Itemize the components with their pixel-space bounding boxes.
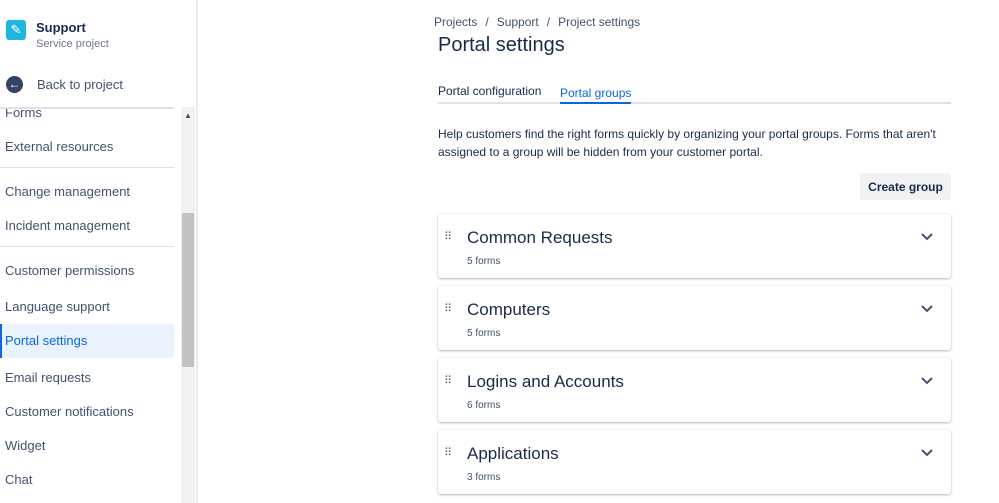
chevron-down-icon[interactable] — [919, 228, 935, 244]
breadcrumb: Projects / Support / Project settings — [434, 15, 640, 29]
sidebar-item-language-support[interactable]: Language support — [0, 290, 174, 324]
group-form-count: 5 forms — [467, 328, 501, 339]
page-title: Portal settings — [438, 34, 565, 56]
scroll-up-arrow-icon[interactable]: ▲ — [184, 111, 192, 120]
sidebar-scrollbar[interactable]: ▲ — [181, 107, 195, 503]
settings-nav: Forms External resources Change manageme… — [0, 107, 174, 503]
group-form-count: 3 forms — [467, 472, 501, 483]
scrollbar-thumb[interactable] — [182, 213, 194, 367]
project-name: Support — [36, 20, 86, 35]
create-group-button[interactable]: Create group — [860, 173, 951, 200]
tab-bar: Portal configuration Portal groups — [438, 82, 951, 104]
sidebar-item-incident-management[interactable]: Incident management — [0, 209, 174, 243]
sidebar-item-widget[interactable]: Widget — [0, 429, 174, 463]
sidebar-item-change-management[interactable]: Change management — [0, 175, 174, 209]
breadcrumb-projects[interactable]: Projects — [434, 15, 477, 29]
sidebar-item-external-resources[interactable]: External resources — [0, 130, 174, 164]
back-label: Back to project — [37, 77, 123, 92]
breadcrumb-support[interactable]: Support — [497, 15, 539, 29]
sidebar-item-customer-notifications[interactable]: Customer notifications — [0, 395, 174, 429]
sidebar-item-forms[interactable]: Forms — [0, 109, 174, 130]
sidebar-item-email-requests[interactable]: Email requests — [0, 361, 174, 395]
tab-portal-configuration[interactable]: Portal configuration — [438, 82, 541, 104]
group-name: Applications — [467, 444, 559, 463]
portal-group-card[interactable]: ⠿ Logins and Accounts 6 forms — [438, 358, 951, 422]
group-form-count: 5 forms — [467, 256, 501, 267]
group-name: Common Requests — [467, 228, 613, 247]
nav-divider — [0, 246, 174, 247]
project-header[interactable]: ✎ Support Service project — [6, 20, 109, 50]
project-type: Service project — [36, 38, 109, 50]
drag-handle-icon[interactable]: ⠿ — [444, 374, 452, 387]
portal-group-card[interactable]: ⠿ Computers 5 forms — [438, 286, 951, 350]
breadcrumb-project-settings[interactable]: Project settings — [558, 15, 640, 29]
drag-handle-icon[interactable]: ⠿ — [444, 446, 452, 459]
sidebar-item-customer-permissions[interactable]: Customer permissions — [0, 254, 174, 288]
arrow-left-icon: ← — [6, 76, 23, 93]
tab-portal-groups[interactable]: Portal groups — [560, 82, 632, 104]
project-notebook-icon: ✎ — [6, 20, 26, 40]
breadcrumb-separator: / — [546, 15, 551, 29]
sidebar: ✎ Support Service project ← Back to proj… — [0, 0, 198, 503]
breadcrumb-separator: / — [485, 15, 489, 29]
back-to-project-link[interactable]: ← Back to project — [6, 76, 123, 93]
chevron-down-icon[interactable] — [919, 300, 935, 316]
portal-group-card[interactable]: ⠿ Applications 3 forms — [438, 430, 951, 494]
group-form-count: 6 forms — [467, 400, 501, 411]
sidebar-item-portal-settings[interactable]: Portal settings — [0, 324, 174, 358]
sidebar-item-chat[interactable]: Chat — [0, 463, 174, 497]
nav-divider — [0, 167, 174, 168]
portal-group-card[interactable]: ⠿ Common Requests 5 forms — [438, 214, 951, 278]
group-name: Computers — [467, 300, 551, 319]
chevron-down-icon[interactable] — [919, 372, 935, 388]
drag-handle-icon[interactable]: ⠿ — [444, 230, 452, 243]
drag-handle-icon[interactable]: ⠿ — [444, 302, 452, 315]
description: Help customers find the right forms quic… — [438, 127, 936, 159]
chevron-down-icon[interactable] — [919, 444, 935, 460]
group-name: Logins and Accounts — [467, 372, 624, 391]
